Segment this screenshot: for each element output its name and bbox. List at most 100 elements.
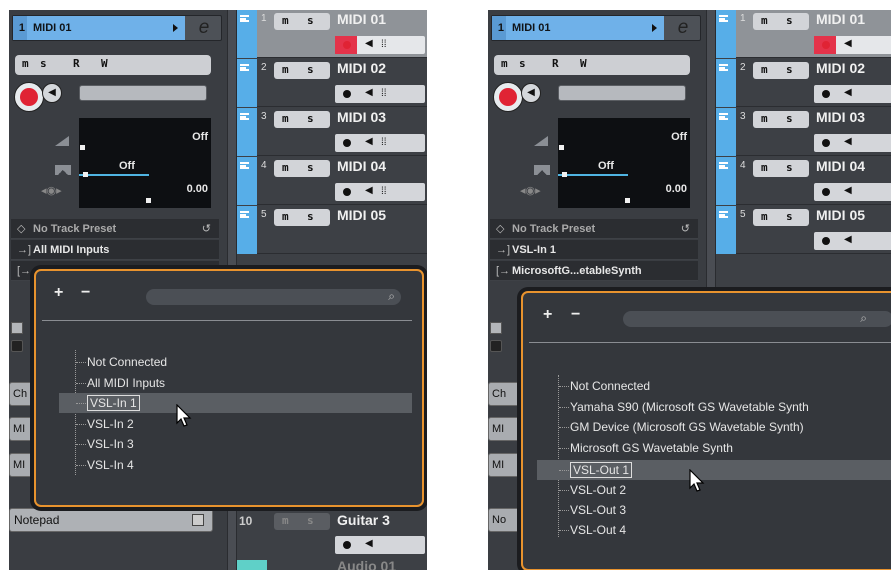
option-vsl-in-2[interactable]: VSL-In 2 <box>76 417 134 431</box>
solo-button[interactable]: s <box>786 210 793 223</box>
track-row[interactable]: 2 ms MIDI 02 ◀ <box>716 59 891 107</box>
grid-icon[interactable]: ⁞⁞ <box>381 88 387 99</box>
monitor-icon[interactable]: ◀ <box>844 234 852 245</box>
mute-button[interactable]: m <box>282 14 289 27</box>
monitor-icon[interactable]: ◀ <box>844 38 852 49</box>
mute-solo-buttons[interactable]: ms <box>274 62 330 79</box>
record-enable-icon[interactable] <box>822 90 830 98</box>
input-routing-row[interactable]: →] All MIDI Inputs <box>11 240 219 260</box>
notepad-section[interactable]: Notepad <box>9 508 213 532</box>
grid-icon[interactable]: ⁞⁞ <box>381 137 387 148</box>
solo-button[interactable]: s <box>40 57 47 70</box>
track-preset-row[interactable]: ◇ No Track Preset ↺ <box>11 219 219 239</box>
mute-solo-buttons[interactable]: ms <box>274 13 330 30</box>
solo-button[interactable]: s <box>307 63 314 76</box>
monitor-icon[interactable]: ◀ <box>365 538 373 549</box>
edit-icon[interactable]: e <box>670 17 696 39</box>
mute-solo-buttons[interactable]: ms <box>753 62 809 79</box>
option-not-connected[interactable]: Not Connected <box>559 379 650 393</box>
track-name-field[interactable]: MIDI 01 <box>27 16 185 40</box>
track-row[interactable]: 1 ms MIDI 01 ◀ <box>716 10 891 58</box>
option-vsl-out-2[interactable]: VSL-Out 2 <box>559 483 626 497</box>
option-vsl-in-4[interactable]: VSL-In 4 <box>76 458 134 472</box>
monitor-icon[interactable]: ◀ <box>844 185 852 196</box>
track-row[interactable]: 5 ms MIDI 05 <box>237 206 427 254</box>
pan-handle[interactable] <box>83 172 88 177</box>
monitor-icon[interactable]: ◀ <box>365 136 373 147</box>
record-enable-icon[interactable] <box>343 139 351 147</box>
inspector-track-header[interactable]: 1 MIDI 01 e <box>491 15 701 41</box>
track-name-field[interactable]: MIDI 01 <box>506 16 664 40</box>
param-box[interactable]: Off Off 0.00 <box>79 118 211 208</box>
solo-button[interactable]: s <box>307 210 314 223</box>
input-routing-row[interactable]: →] VSL-In 1 <box>490 240 698 260</box>
expand-arrow-icon[interactable] <box>173 24 178 32</box>
record-enable-icon[interactable] <box>343 90 351 98</box>
inspector-track-header[interactable]: 1 MIDI 01 e <box>12 15 222 41</box>
track-row[interactable]: 4 ms MIDI 04 ◀ ⁞⁞ <box>237 157 427 205</box>
track-row[interactable]: 10 ms Guitar 3 ◀ Audio 01 <box>237 510 427 570</box>
mute-button[interactable]: m <box>282 112 289 125</box>
option-gm-device[interactable]: GM Device (Microsoft GS Wavetable Synth) <box>559 420 804 434</box>
option-vsl-in-3[interactable]: VSL-In 3 <box>76 437 134 451</box>
mute-button[interactable]: m <box>282 161 289 174</box>
mute-solo-buttons[interactable]: ms <box>274 513 330 530</box>
list-icon[interactable] <box>11 322 23 334</box>
monitor-icon[interactable]: ◀ <box>844 136 852 147</box>
volume-handle[interactable] <box>559 145 564 150</box>
track-preset-row[interactable]: ◇ No Track Preset ↺ <box>490 219 698 239</box>
record-enable-icon[interactable] <box>343 541 351 549</box>
grid-icon[interactable]: ⁞⁞ <box>381 39 387 50</box>
add-button[interactable]: + <box>54 284 63 302</box>
record-icon[interactable] <box>493 82 523 112</box>
expand-arrow-icon[interactable] <box>652 24 657 32</box>
track-row[interactable]: 5 ms MIDI 05 ◀ <box>716 206 891 254</box>
monitor-icon[interactable]: ◀ <box>42 83 62 103</box>
record-enable-icon[interactable] <box>822 188 830 196</box>
mute-solo-buttons[interactable]: ms <box>753 209 809 226</box>
solo-button[interactable]: s <box>786 161 793 174</box>
mute-solo-buttons[interactable]: ms <box>274 111 330 128</box>
track-row[interactable]: 3 ms MIDI 03 ◀ <box>716 108 891 156</box>
option-yamaha-s90[interactable]: Yamaha S90 (Microsoft GS Wavetable Synth <box>559 400 809 414</box>
option-vsl-out-1[interactable]: VSL-Out 1 <box>559 462 633 478</box>
mute-button[interactable]: m <box>282 63 289 76</box>
record-enable-icon[interactable] <box>822 237 830 245</box>
monitor-icon[interactable]: ◀ <box>365 185 373 196</box>
mute-button[interactable]: m <box>761 112 768 125</box>
mute-solo-buttons[interactable]: ms <box>753 160 809 177</box>
monitor-icon[interactable]: ◀ <box>365 38 373 49</box>
midi-inserts-tab[interactable]: MI <box>488 417 520 441</box>
delay-handle[interactable] <box>146 198 151 203</box>
reset-icon[interactable]: ↺ <box>681 219 690 239</box>
headphones-icon[interactable] <box>11 340 23 352</box>
monitor-icon[interactable]: ◀ <box>521 83 541 103</box>
track-row[interactable]: 1 ms MIDI 01 ◀ ⁞⁞ <box>237 10 427 58</box>
output-routing-row[interactable]: [→ MicrosoftG...etableSynth <box>490 261 698 281</box>
track-row[interactable]: 4 ms MIDI 04 ◀ <box>716 157 891 205</box>
remove-button[interactable]: − <box>81 284 90 302</box>
pan-handle[interactable] <box>562 172 567 177</box>
track-row[interactable]: 2 ms MIDI 02 ◀ ⁞⁞ <box>237 59 427 107</box>
read-automation-button[interactable]: R <box>552 57 559 70</box>
record-enable-icon[interactable] <box>822 139 830 147</box>
solo-button[interactable]: s <box>519 57 526 70</box>
record-icon[interactable] <box>14 82 44 112</box>
remove-button[interactable]: − <box>571 306 580 324</box>
search-input[interactable]: ⌕ <box>146 289 401 305</box>
headphones-icon[interactable] <box>490 340 502 352</box>
track-row[interactable]: 3 ms MIDI 03 ◀ ⁞⁞ <box>237 108 427 156</box>
solo-button[interactable]: s <box>307 14 314 27</box>
read-automation-button[interactable]: R <box>73 57 80 70</box>
option-all-midi-inputs[interactable]: All MIDI Inputs <box>76 376 165 390</box>
option-vsl-out-3[interactable]: VSL-Out 3 <box>559 503 626 517</box>
mute-button[interactable]: m <box>282 210 289 223</box>
mute-button[interactable]: m <box>501 57 508 70</box>
chord-tab[interactable]: Ch <box>488 382 520 406</box>
mute-solo-buttons[interactable]: ms <box>753 13 809 30</box>
mute-button[interactable]: m <box>761 63 768 76</box>
option-vsl-in-1[interactable]: VSL-In 1 <box>76 395 140 411</box>
search-input[interactable]: ⌕ <box>623 311 891 327</box>
add-button[interactable]: + <box>543 306 552 324</box>
mute-solo-buttons[interactable]: ms <box>753 111 809 128</box>
